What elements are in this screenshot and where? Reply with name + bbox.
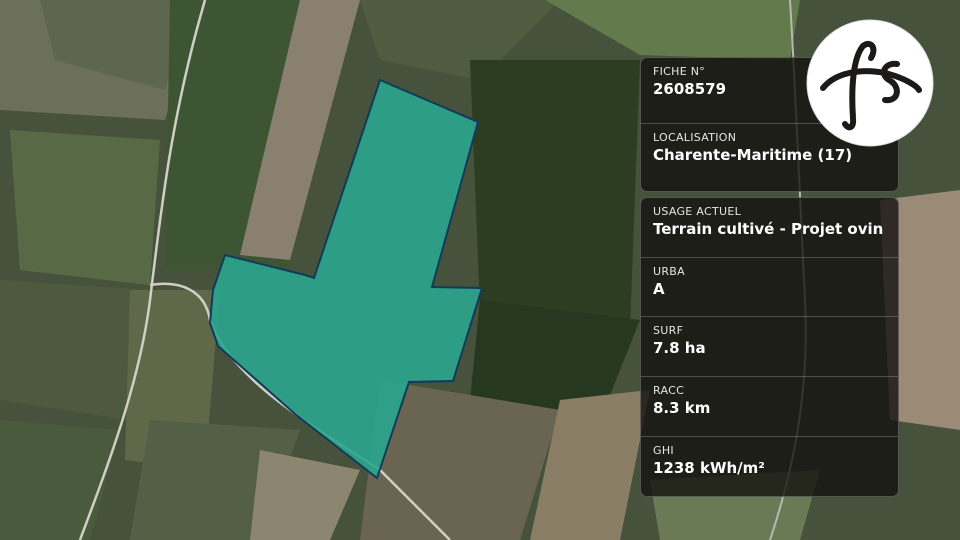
field-label: SURF	[653, 324, 684, 337]
field-label: URBA	[653, 265, 685, 278]
field-value: 7.8 ha	[653, 339, 706, 357]
field-label: USAGE ACTUEL	[653, 205, 742, 218]
fs-logo-icon	[806, 19, 934, 147]
field-label: RACC	[653, 384, 685, 397]
field-row: GHI 1238 kWh/m²	[641, 436, 898, 496]
field-row: SURF 7.8 ha	[641, 316, 898, 376]
field-value: Terrain cultivé - Projet ovin	[653, 220, 884, 238]
field-value: 8.3 km	[653, 399, 711, 417]
field-row: URBA A	[641, 257, 898, 316]
field-row: RACC 8.3 km	[641, 376, 898, 436]
field-value: A	[653, 280, 665, 298]
field-label: GHI	[653, 444, 674, 457]
field-row: USAGE ACTUEL Terrain cultivé - Projet ov…	[641, 198, 898, 257]
field-value: Charente-Maritime (17)	[653, 146, 853, 164]
field-value: 1238 kWh/m²	[653, 459, 765, 477]
info-card-bottom: USAGE ACTUEL Terrain cultivé - Projet ov…	[640, 197, 899, 497]
